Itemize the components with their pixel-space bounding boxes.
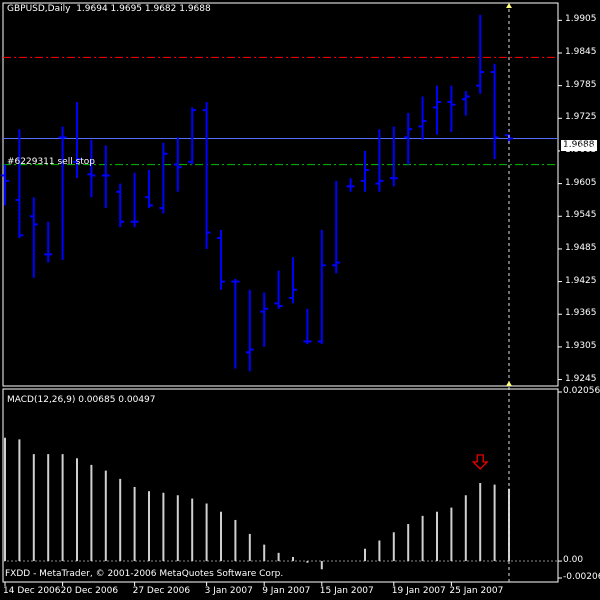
macd-axis-label: 0.02056 [563, 386, 600, 396]
price-axis-label: 1.9845 [565, 46, 597, 57]
time-axis-label: 20 Dec 2006 [60, 586, 119, 596]
price-axis-label: 1.9785 [565, 79, 597, 90]
time-axis-label: 27 Dec 2006 [132, 586, 191, 596]
order-label[interactable]: #6229311 sell stop [7, 157, 95, 168]
chart-header: GBPUSD,Daily 1.9694 1.9695 1.9682 1.9688 [7, 4, 211, 15]
price-axis-label: 1.9305 [565, 340, 597, 351]
price-axis-label: 1.9545 [565, 210, 597, 221]
symbol-label: GBPUSD,Daily [7, 4, 71, 14]
price-axis-label: 1.9605 [565, 177, 597, 188]
price-axis-label: 1.9425 [565, 275, 597, 286]
price-axis-label: 1.9485 [565, 242, 597, 253]
time-axis-label: 14 Dec 2006 [3, 586, 61, 596]
time-axis-label: 9 Jan 2007 [262, 586, 311, 596]
time-axis-label: 19 Jan 2007 [391, 586, 446, 596]
macd-axis-label: 0.00 [563, 555, 584, 566]
copyright-label: FXDD - MetaTrader, © 2001-2006 MetaQuote… [5, 569, 284, 579]
price-axis-label: 1.9245 [565, 373, 597, 384]
macd-axis-label: -0.00206 [563, 572, 600, 582]
macd-label: MACD(12,26,9) 0.00685 0.00497 [7, 395, 156, 405]
price-axis-label: 1.9665 [565, 144, 597, 155]
price-axis-label: 1.9905 [565, 14, 597, 25]
ohlc-label: 1.9694 1.9695 1.9682 1.9688 [76, 4, 211, 14]
price-axis-label: 1.9365 [565, 308, 597, 319]
time-axis-label: 3 Jan 2007 [204, 586, 253, 596]
time-axis-label: 15 Jan 2007 [319, 586, 374, 596]
price-axis-label: 1.9725 [565, 112, 597, 123]
time-axis-label: 25 Jan 2007 [449, 586, 504, 596]
chart-canvas[interactable] [0, 0, 600, 600]
